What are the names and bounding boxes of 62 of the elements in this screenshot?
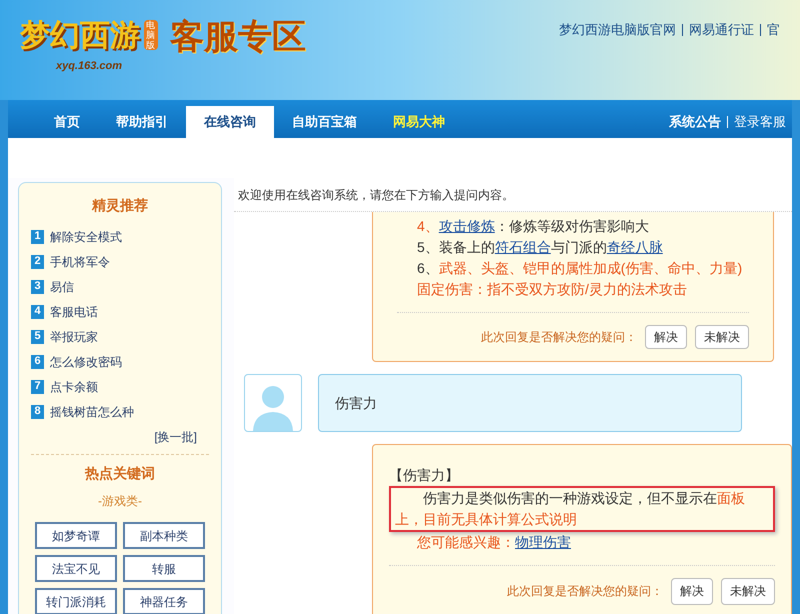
sidebar-heading: 热点关键词	[84, 464, 156, 483]
keyword-button[interactable]: 转服	[123, 555, 205, 582]
number-badge: 5	[31, 330, 44, 344]
question-bubble: 伤害力	[318, 374, 742, 432]
recommend-link[interactable]: 点卡余额	[50, 378, 98, 396]
feedback-prompt: 此次回复是否解决您的疑问：	[507, 583, 663, 600]
recommend-link[interactable]: 客服电话	[50, 302, 98, 320]
keyword-button[interactable]: 如梦奇谭	[35, 522, 117, 549]
top-link[interactable]: 网易通行证	[689, 20, 754, 40]
sidebar-heading: 精灵推荐	[90, 196, 149, 215]
answer-text: 固定伤害：指不受双方攻防/灵力的法术攻击	[417, 280, 687, 299]
keyword-category: -游戏类-	[97, 493, 143, 510]
number-badge: 4	[31, 304, 44, 318]
logo-badge: 电脑版	[144, 20, 158, 50]
keyword-button[interactable]: 神器任务	[123, 588, 205, 614]
interest-link[interactable]: 物理伤害	[515, 532, 571, 553]
answer-text: 4、	[417, 217, 439, 236]
feedback-button[interactable]: 未解决	[721, 578, 775, 605]
logo-title: 梦幻西游	[20, 18, 140, 54]
nav-tab[interactable]: 网易大神	[375, 106, 463, 138]
nav-link[interactable]: 登录客服	[734, 112, 786, 132]
nav-tab[interactable]: 首页	[36, 106, 98, 138]
logo-domain: xyq.163.com	[56, 58, 122, 74]
recommend-link[interactable]: 举报玩家	[50, 328, 98, 346]
recommend-link[interactable]: 摇钱树苗怎么种	[50, 402, 134, 420]
answer-text: 武器、头盔、铠甲的属性加成(伤害、命中、力量)	[438, 259, 742, 278]
answer-heading: 【伤害力】	[389, 466, 460, 485]
nav-tab[interactable]: 在线咨询	[186, 106, 274, 138]
answer-text: 与门派的	[550, 238, 607, 257]
recommend-link[interactable]: 手机将军令	[50, 252, 110, 270]
interest-label: 您可能感兴趣：	[417, 533, 515, 552]
recommend-link[interactable]: 易信	[50, 278, 74, 296]
keyword-button[interactable]: 副本种类	[123, 522, 205, 549]
answer-link[interactable]: 奇经八脉	[606, 237, 663, 258]
number-badge: 3	[31, 280, 44, 294]
refresh-link[interactable]: [换一批]	[154, 428, 197, 446]
highlighted-answer: 伤害力是类似伤害的一种游戏设定，但不显示在面板上，目前无具体计算公式说明	[389, 486, 775, 532]
feedback-prompt: 此次回复是否解决您的疑问：	[481, 329, 637, 346]
number-badge: 8	[31, 404, 44, 418]
number-badge: 6	[31, 354, 44, 368]
feedback-button[interactable]: 解决	[645, 325, 687, 349]
answer-link[interactable]: 符石组合	[494, 237, 551, 258]
avatar-silhouette-icon	[244, 374, 302, 432]
nav-link[interactable]: 系统公告	[669, 112, 721, 132]
number-badge: 7	[31, 380, 44, 394]
feedback-button[interactable]: 未解决	[695, 325, 749, 349]
answer-link[interactable]: 攻击修炼	[438, 216, 495, 237]
nav-tab[interactable]: 帮助指引	[98, 106, 186, 138]
keyword-button[interactable]: 法宝不见	[35, 555, 117, 582]
number-badge: 1	[31, 230, 44, 244]
recommend-link[interactable]: 解除安全模式	[50, 228, 122, 246]
answer-text: 5、装备上的	[417, 238, 495, 257]
number-badge: 2	[31, 254, 44, 268]
answer-text: ：修炼等级对伤害影响大	[494, 217, 649, 236]
nav-tab[interactable]: 自助百宝箱	[274, 106, 375, 138]
answer-text: 6、	[417, 259, 439, 278]
section-title: 客服专区	[170, 17, 306, 58]
keyword-button[interactable]: 转门派消耗	[35, 588, 117, 614]
feedback-button[interactable]: 解决	[671, 578, 713, 605]
top-link[interactable]: 梦幻西游电脑版官网	[559, 20, 676, 40]
top-link[interactable]: 官	[767, 20, 780, 40]
recommend-link[interactable]: 怎么修改密码	[50, 352, 122, 370]
